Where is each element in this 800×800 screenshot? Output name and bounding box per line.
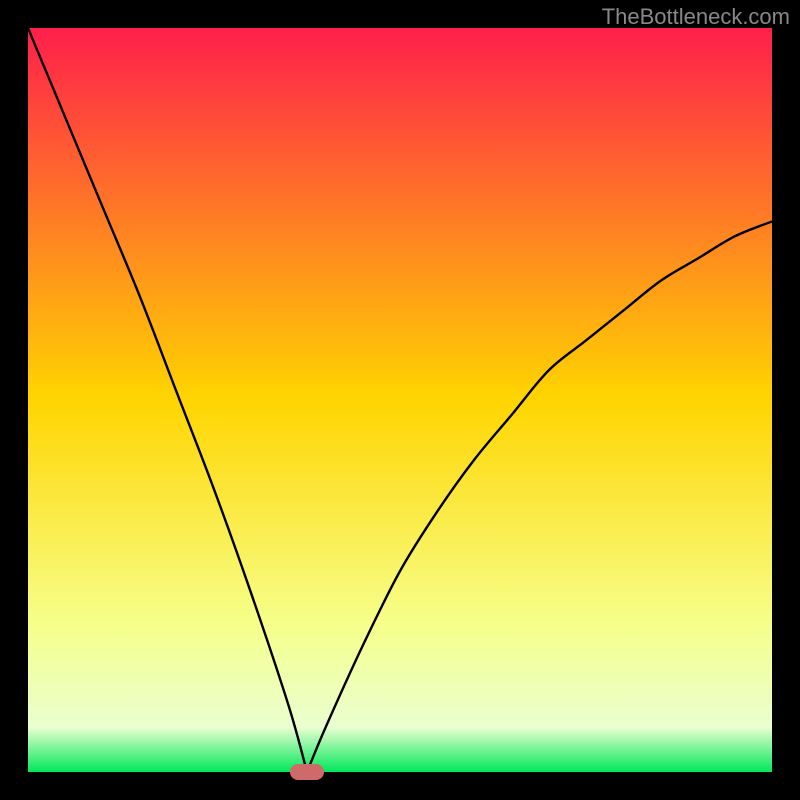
min-marker xyxy=(290,764,324,780)
gradient-rect xyxy=(28,28,772,772)
watermark-label: TheBottleneck.com xyxy=(602,4,790,30)
chart-frame: TheBottleneck.com xyxy=(0,0,800,800)
bottleneck-plot-svg xyxy=(28,28,772,772)
plot-area xyxy=(28,28,772,772)
